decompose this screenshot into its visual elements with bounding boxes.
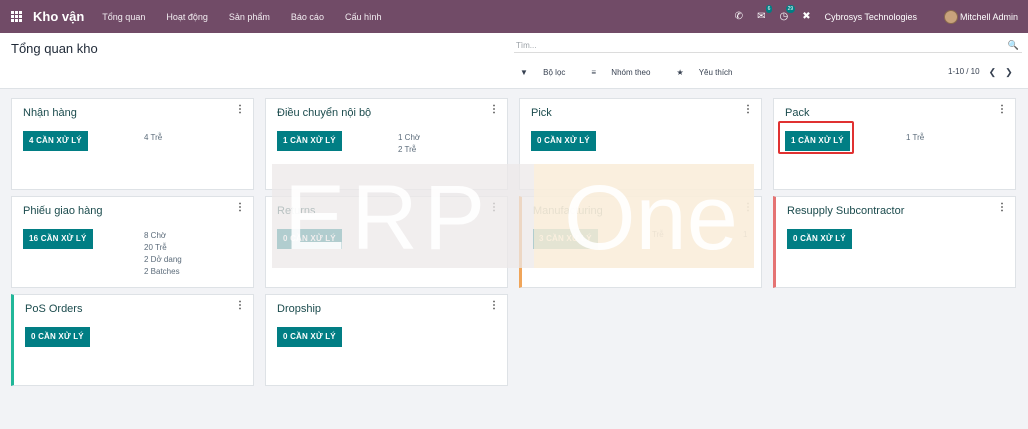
card-title[interactable]: Dropship <box>277 303 321 315</box>
card-title[interactable]: Điều chuyển nội bộ <box>277 107 371 119</box>
card-title[interactable]: Phiếu giao hàng <box>23 205 103 217</box>
card-title[interactable]: Returns <box>277 205 316 217</box>
activity-icon[interactable]: ◷ 29 <box>779 5 796 22</box>
phone-icon[interactable]: ✆ <box>735 11 743 22</box>
stat-batches[interactable]: 2 Batches <box>144 266 182 278</box>
filter-label: Bộ lọc <box>543 68 566 77</box>
to-process-button[interactable]: 4 CẦN XỬ LÝ <box>23 131 88 151</box>
kebab-menu-icon[interactable]: ⋮ <box>235 104 245 115</box>
card-title[interactable]: Nhận hàng <box>23 107 77 119</box>
to-process-button[interactable]: 0 CẦN XỬ LÝ <box>787 229 852 249</box>
app-brand[interactable]: Kho vận <box>33 9 84 24</box>
menu-reporting[interactable]: Báo cáo <box>291 12 324 22</box>
kebab-menu-icon[interactable]: ⋮ <box>235 300 245 311</box>
menu-operations[interactable]: Hoạt động <box>166 12 208 22</box>
avatar[interactable] <box>943 9 958 24</box>
kebab-menu-icon[interactable]: ⋮ <box>489 104 499 115</box>
kebab-menu-icon[interactable]: ⋮ <box>997 104 1007 115</box>
menu-products[interactable]: Sản phẩm <box>229 12 270 22</box>
card-title[interactable]: Pack <box>785 107 809 119</box>
card-pos-orders: PoS Orders ⋮ 0 CẦN XỬ LÝ <box>11 294 254 386</box>
stat-late-label[interactable]: Trễ <box>652 230 664 239</box>
to-process-button[interactable]: 16 CẦN XỬ LÝ <box>23 229 93 249</box>
card-title[interactable]: Pick <box>531 107 552 119</box>
activity-badge: 29 <box>785 5 796 13</box>
pager: 1-10 / 10 ❮ ❯ <box>948 67 1013 78</box>
kebab-menu-icon[interactable]: ⋮ <box>743 202 753 213</box>
card-receipts: Nhận hàng ⋮ 4 CẦN XỬ LÝ 4 Trễ <box>11 98 254 190</box>
navbar-systray: ✆ ✉ 6 ◷ 29 ✖ Cybrosys Technologies Mitchel… <box>735 0 1028 33</box>
card-title[interactable]: Manufacturing <box>533 205 603 217</box>
card-stats: 1 Trễ <box>906 132 924 144</box>
star-icon: ★ <box>676 68 684 77</box>
card-stats: 4 Trễ <box>144 132 162 144</box>
stat-late[interactable]: 20 Trễ <box>144 242 182 254</box>
apps-grid-icon[interactable] <box>11 11 22 22</box>
chat-icon[interactable]: ✉ 6 <box>757 5 773 22</box>
company-switcher[interactable]: Cybrosys Technologies <box>825 12 917 22</box>
card-manufacturing: Manufacturing ⋮ 3 CẦN XỬ LÝ Trễ 1 <box>519 196 762 288</box>
stat-late[interactable]: 1 Trễ <box>906 132 924 144</box>
tools-icon[interactable]: ✖ <box>802 11 810 22</box>
to-process-button[interactable]: 0 CẦN XỬ LÝ <box>25 327 90 347</box>
favorites-label: Yêu thích <box>698 68 733 77</box>
to-process-button[interactable]: 0 CẦN XỬ LÝ <box>531 131 596 151</box>
card-pick: Pick ⋮ 0 CẦN XỬ LÝ <box>519 98 762 190</box>
kebab-menu-icon[interactable]: ⋮ <box>997 202 1007 213</box>
filter-button[interactable]: ▼ Bộ lọc <box>520 68 578 77</box>
page-title: Tổng quan kho <box>11 41 98 56</box>
stat-late[interactable]: 2 Trễ <box>398 144 420 156</box>
card-returns: Returns ⋮ 0 CẦN XỬ LÝ <box>265 196 508 288</box>
card-resupply-subcontractor: Resupply Subcontractor ⋮ 0 CẦN XỬ LÝ <box>773 196 1016 288</box>
top-navbar: Kho vận Tổng quan Hoạt động Sản phẩm Báo… <box>0 0 1028 33</box>
pager-value[interactable]: 1-10 / 10 <box>948 67 980 78</box>
card-stats: 1 Chờ 2 Trễ <box>398 132 420 156</box>
group-by-button[interactable]: ≡ Nhóm theo <box>591 68 663 77</box>
to-process-button[interactable]: 3 CẦN XỬ LÝ <box>533 229 598 249</box>
kebab-menu-icon[interactable]: ⋮ <box>489 202 499 213</box>
group-by-icon: ≡ <box>591 68 597 77</box>
menu-configuration[interactable]: Cấu hình <box>345 12 382 22</box>
stat-late-value[interactable]: 1 <box>743 230 747 239</box>
chat-badge: 6 <box>765 5 773 13</box>
pager-next-icon[interactable]: ❯ <box>1005 67 1013 78</box>
user-menu[interactable]: Mitchell Admin <box>960 12 1018 22</box>
card-internal-transfers: Điều chuyển nội bộ ⋮ 1 CẦN XỬ LÝ 1 Chờ 2… <box>265 98 508 190</box>
menu-overview[interactable]: Tổng quan <box>102 12 145 22</box>
control-panel: Tổng quan kho Tìm... 🔍 ▼ Bộ lọc ≡ Nhóm t… <box>0 33 1028 89</box>
to-process-button[interactable]: 0 CẦN XỬ LÝ <box>277 229 342 249</box>
search-icon[interactable]: 🔍 <box>1008 40 1019 51</box>
stat-late[interactable]: 4 Trễ <box>144 132 162 144</box>
to-process-button[interactable]: 1 CẦN XỬ LÝ <box>277 131 342 151</box>
filter-icon: ▼ <box>520 68 528 77</box>
card-stats: 8 Chờ 20 Trễ 2 Dở dang 2 Batches <box>144 230 182 278</box>
to-process-button[interactable]: 0 CẦN XỬ LÝ <box>277 327 342 347</box>
favorites-button[interactable]: ★ Yêu thích <box>676 68 745 77</box>
stat-backorders[interactable]: 2 Dở dang <box>144 254 182 266</box>
kebab-menu-icon[interactable]: ⋮ <box>743 104 753 115</box>
search-input[interactable]: Tìm... 🔍 <box>514 40 1022 53</box>
card-pack: Pack ⋮ 1 CẦN XỬ LÝ 1 Trễ <box>773 98 1016 190</box>
pager-previous-icon[interactable]: ❮ <box>989 67 997 78</box>
kebab-menu-icon[interactable]: ⋮ <box>489 300 499 311</box>
card-delivery-orders: Phiếu giao hàng ⋮ 16 CẦN XỬ LÝ 8 Chờ 20 … <box>11 196 254 288</box>
kebab-menu-icon[interactable]: ⋮ <box>235 202 245 213</box>
highlight-box <box>778 121 854 154</box>
search-options: ▼ Bộ lọc ≡ Nhóm theo ★ Yêu thích <box>520 68 759 77</box>
card-title[interactable]: Resupply Subcontractor <box>787 205 904 217</box>
group-by-label: Nhóm theo <box>611 68 651 77</box>
search-placeholder: Tìm... <box>516 41 537 50</box>
card-dropship: Dropship ⋮ 0 CẦN XỬ LÝ <box>265 294 508 386</box>
stat-waiting[interactable]: 1 Chờ <box>398 132 420 144</box>
card-title[interactable]: PoS Orders <box>25 303 82 315</box>
stat-waiting[interactable]: 8 Chờ <box>144 230 182 242</box>
